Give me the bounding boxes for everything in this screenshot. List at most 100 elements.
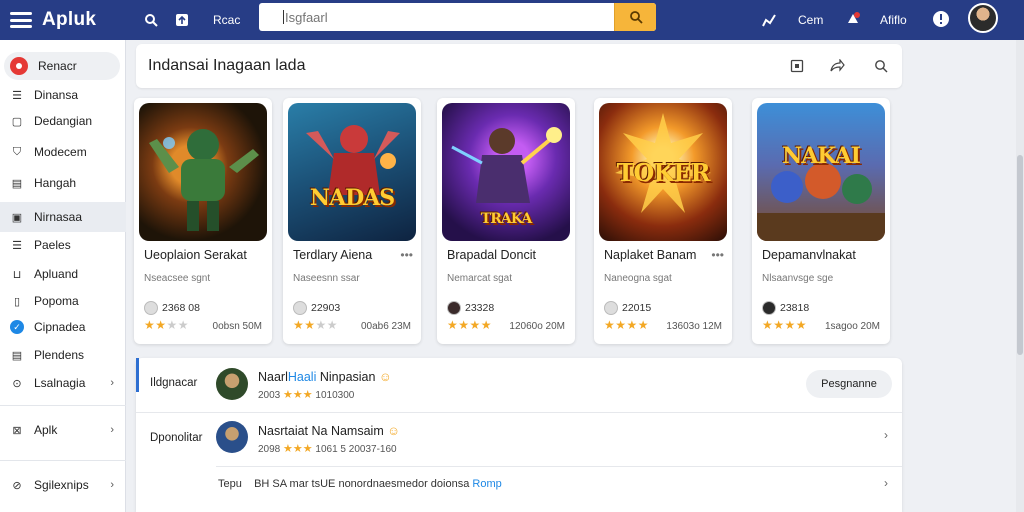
- star-rating: ★★★★: [447, 318, 493, 332]
- search-icon[interactable]: [140, 9, 162, 31]
- user-avatar[interactable]: [968, 3, 998, 33]
- app-subtitle: Naneogna sgat: [604, 273, 672, 284]
- app-artwork[interactable]: TRAKA: [442, 103, 570, 241]
- sidebar-item-label: Renacr: [38, 59, 77, 73]
- review-meta: 2098 ★★★ 1061 5 20037-160: [258, 443, 397, 455]
- square-icon: ▢: [11, 115, 23, 128]
- review-footer[interactable]: Tepu BH SA mar tsUE nonordnaesmedor doio…: [218, 478, 502, 490]
- app-artwork[interactable]: NADAS: [288, 103, 416, 241]
- sidebar-item-4[interactable]: ▤ Hangah: [0, 169, 126, 197]
- reviews-panel: Ildgnacar NaarlHaali Ninpasian ☺ 2003 ★★…: [136, 358, 902, 512]
- sidebar-item-label: Popoma: [34, 294, 79, 308]
- more-options-icon[interactable]: •••: [711, 248, 724, 262]
- search-icon[interactable]: [871, 56, 891, 76]
- game-logo: TRAKA: [480, 211, 532, 227]
- app-name[interactable]: Ueoplaion Serakat: [144, 248, 247, 262]
- search-button[interactable]: [614, 3, 656, 31]
- notification-icon[interactable]: [842, 8, 864, 30]
- sidebar-item-10[interactable]: ▤ Plendens: [0, 341, 126, 369]
- search-input[interactable]: [259, 3, 614, 31]
- app-card[interactable]: NADAS Terdlary Aiena ••• Naseesnn ssar 2…: [283, 98, 421, 344]
- app-name[interactable]: Depamanvlnakat: [762, 248, 856, 262]
- chevron-right-icon[interactable]: ›: [884, 428, 888, 442]
- pen-icon[interactable]: [758, 9, 780, 31]
- app-card[interactable]: TRAKA Brapadal Doncit Nemarcat sgat 2332…: [437, 98, 575, 344]
- search-bar[interactable]: [259, 3, 656, 31]
- star-rating: ★★★★: [293, 318, 339, 332]
- app-card[interactable]: TOKER Naplaket Banam ••• Naneogna sgat 2…: [594, 98, 732, 344]
- review-meta: 2003 ★★★ 1010300: [258, 389, 355, 401]
- sidebar-item-2[interactable]: ▢ Dedangian: [0, 107, 126, 135]
- sidebar-item-label: Dinansa: [34, 88, 79, 102]
- app-subtitle: Nseacsee sgnt: [144, 273, 211, 284]
- hero-art: [306, 125, 400, 195]
- app-name[interactable]: Terdlary Aiena: [293, 248, 372, 262]
- sidebar-item-7[interactable]: ⊔ Apluand: [0, 260, 126, 288]
- sidebar-item-label: Cipnadea: [34, 320, 86, 334]
- sidebar-item-1[interactable]: ☰ Dinansa: [0, 81, 126, 109]
- menu-icon[interactable]: [10, 12, 32, 28]
- accent-bar: [136, 358, 139, 392]
- review-action-button[interactable]: Pesgnanne: [806, 370, 892, 398]
- chevron-right-icon[interactable]: ›: [884, 476, 888, 490]
- app-title[interactable]: Apluk: [42, 9, 96, 31]
- share-icon[interactable]: [827, 56, 847, 76]
- app-card[interactable]: NAKAI Depamanvlnakat Nlsaanvsge sge 2381…: [752, 98, 890, 344]
- sidebar-item-13[interactable]: ⊘ Sgilexnips ›: [0, 471, 126, 499]
- game-logo: NAKAI: [782, 143, 861, 169]
- grid-icon: ▤: [11, 177, 23, 190]
- developer-icon: [447, 301, 461, 315]
- gear-icon: ⊙: [12, 377, 22, 390]
- app-artwork[interactable]: TOKER: [599, 103, 727, 241]
- sidebar-item-5[interactable]: ▣ Nirnasaa: [0, 202, 126, 232]
- warrior-art: [149, 129, 259, 231]
- reviewer-name[interactable]: Nasrtaiat Na Namsaim ☺: [258, 424, 400, 438]
- rating-count: 22015: [622, 302, 652, 314]
- app-name[interactable]: Naplaket Banam: [604, 248, 696, 262]
- record-icon: [10, 57, 28, 75]
- game-logo: NADAS: [309, 185, 395, 211]
- sidebar-item-12[interactable]: ⊠ Aplk ›: [0, 416, 126, 444]
- developer-icon: [293, 301, 307, 315]
- scrollbar[interactable]: [1016, 40, 1024, 512]
- book-icon: ▯: [13, 295, 21, 308]
- rating-count: 2368 08: [162, 302, 200, 314]
- nav-link[interactable]: Rcac: [213, 13, 240, 27]
- sidebar-item-6[interactable]: ☰ Paeles: [0, 231, 126, 259]
- topbar-link-2[interactable]: Afiflo: [880, 13, 907, 27]
- app-size: 0obsn 50M: [212, 321, 262, 332]
- info-icon[interactable]: [930, 8, 952, 30]
- add-box-icon[interactable]: [171, 9, 193, 31]
- sidebar-item-8[interactable]: ▯ Popoma: [0, 287, 126, 315]
- sidebar-item-label: Nirnasaa: [34, 210, 83, 224]
- sidebar-item-label: Dedangian: [34, 114, 93, 128]
- developer-icon: [604, 301, 618, 315]
- chevron-right-icon: ›: [110, 479, 114, 491]
- scrollbar-thumb[interactable]: [1017, 155, 1023, 355]
- app-card[interactable]: Ueoplaion Serakat Nseacsee sgnt 2368 08 …: [134, 98, 272, 344]
- check-icon: ✓: [10, 320, 24, 334]
- app-subtitle: Nemarcat sgat: [447, 273, 513, 284]
- app-artwork[interactable]: [139, 103, 267, 241]
- sidebar-item-11[interactable]: ⊙ Lsalnagia ›: [0, 369, 126, 397]
- topbar-link-1[interactable]: Cem: [798, 13, 823, 27]
- chevron-right-icon: ›: [110, 424, 114, 436]
- reviewer-avatar[interactable]: [216, 368, 248, 400]
- more-options-icon[interactable]: •••: [400, 248, 413, 262]
- sidebar-item-label: Apluand: [34, 267, 79, 281]
- sidebar-item-3[interactable]: ⛉ Modecem: [0, 138, 126, 166]
- rating-count: 23328: [465, 302, 495, 314]
- shield-icon: ⛉: [12, 145, 22, 158]
- star-rating: ★★★: [283, 389, 313, 401]
- reviewer-avatar[interactable]: [216, 421, 248, 453]
- app-size: 1sagoo 20M: [824, 321, 880, 332]
- grid-icon: ▤: [11, 349, 23, 362]
- list-icon: ☰: [12, 89, 22, 102]
- reviewer-name[interactable]: NaarlHaali Ninpasian ☺: [258, 370, 392, 384]
- sidebar-item-0[interactable]: Renacr: [4, 52, 120, 80]
- app-artwork[interactable]: NAKAI: [757, 103, 885, 241]
- sidebar-item-label: Paeles: [34, 238, 71, 252]
- save-icon[interactable]: [787, 56, 807, 76]
- app-name[interactable]: Brapadal Doncit: [447, 248, 536, 262]
- sidebar-item-9[interactable]: ✓ Cipnadea: [0, 313, 126, 341]
